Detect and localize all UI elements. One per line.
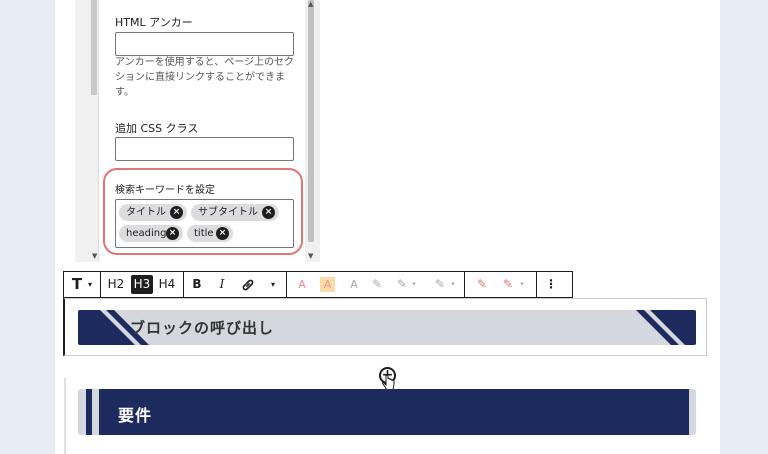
keyword-tag: サブタイトル ×	[191, 204, 279, 221]
outer-scroll-down-icon[interactable]: ▼	[92, 252, 97, 260]
heading-h3-button[interactable]: H3	[131, 275, 153, 294]
outer-scrollbar-thumb[interactable]	[91, 0, 97, 95]
more-options-icon[interactable]: ⋮	[544, 272, 558, 297]
pen-icon[interactable]: ✎	[474, 272, 490, 297]
marker-caret-icon[interactable]: ▾	[410, 272, 418, 297]
keyword-tag-label: サブタイトル	[198, 207, 258, 218]
marker-caret-icon[interactable]: ▾	[449, 272, 457, 297]
text-type-caret-icon[interactable]: ▾	[86, 272, 94, 297]
remove-tag-icon[interactable]: ×	[170, 206, 183, 219]
keyword-tag-label: title	[194, 228, 214, 239]
link-icon[interactable]	[238, 272, 258, 297]
heading-h4-button[interactable]: H4	[157, 272, 177, 297]
remove-tag-icon[interactable]: ×	[216, 227, 229, 240]
keyword-tag: heading ×	[119, 225, 183, 242]
bold-button[interactable]: B	[190, 272, 204, 297]
marker-icon[interactable]: ✎	[395, 272, 409, 297]
more-format-caret-icon[interactable]: ▾	[269, 272, 277, 297]
block-toolbar: T ▾ H2 H3 H4 B I ▾ A A A ✎ ✎ ▾ ✎ ▾ ✎ ✎ ▾…	[63, 271, 573, 298]
toolbar-divider	[286, 272, 287, 297]
panel-scrollbar-thumb[interactable]	[308, 0, 314, 242]
pen-icon[interactable]: ✎	[500, 272, 516, 297]
font-color-icon[interactable]: A	[347, 272, 361, 297]
text-color-icon[interactable]: A	[295, 272, 309, 297]
css-class-input[interactable]	[115, 137, 294, 161]
anchor-input[interactable]	[115, 32, 294, 56]
remove-tag-icon[interactable]: ×	[166, 227, 179, 240]
heading-text[interactable]: ブロックの呼び出し	[130, 317, 274, 338]
toolbar-divider	[464, 272, 465, 297]
heading-block-2-fill	[99, 389, 689, 435]
anchor-help-text: アンカーを使用すると、ページ上のセクションに直接リンクすることができます。	[115, 57, 294, 98]
heading-h2-button[interactable]: H2	[106, 272, 126, 297]
heading-block-2-stripe	[86, 389, 92, 435]
scroll-down-icon[interactable]: ▼	[308, 252, 313, 260]
toolbar-divider	[183, 272, 184, 297]
css-class-label: 追加 CSS クラス	[115, 122, 199, 135]
remove-tag-icon[interactable]: ×	[262, 206, 275, 219]
keyword-tag-label: タイトル	[126, 207, 166, 218]
anchor-label: HTML アンカー	[115, 16, 193, 29]
outer-scrollbar[interactable]	[90, 0, 98, 262]
keywords-label: 検索キーワードを設定	[115, 185, 215, 196]
toolbar-divider	[536, 272, 537, 297]
pen-caret-icon[interactable]: ▾	[518, 272, 526, 297]
text-type-button[interactable]: T	[70, 272, 84, 297]
highlight-icon[interactable]: A	[320, 277, 335, 292]
heading-2-text[interactable]: 要件	[118, 402, 152, 426]
keyword-tag: title ×	[187, 225, 233, 242]
scroll-up-icon[interactable]: ▲	[308, 0, 313, 8]
italic-button[interactable]: I	[215, 272, 229, 297]
keyword-tag: タイトル ×	[119, 204, 187, 221]
panel-scrollbar[interactable]	[306, 0, 316, 262]
marker-icon[interactable]: ✎	[370, 272, 384, 297]
keyword-tag-label: heading	[126, 228, 167, 239]
block-side-line	[64, 378, 66, 454]
marker-icon[interactable]: ✎	[433, 272, 447, 297]
toolbar-divider	[100, 272, 101, 297]
